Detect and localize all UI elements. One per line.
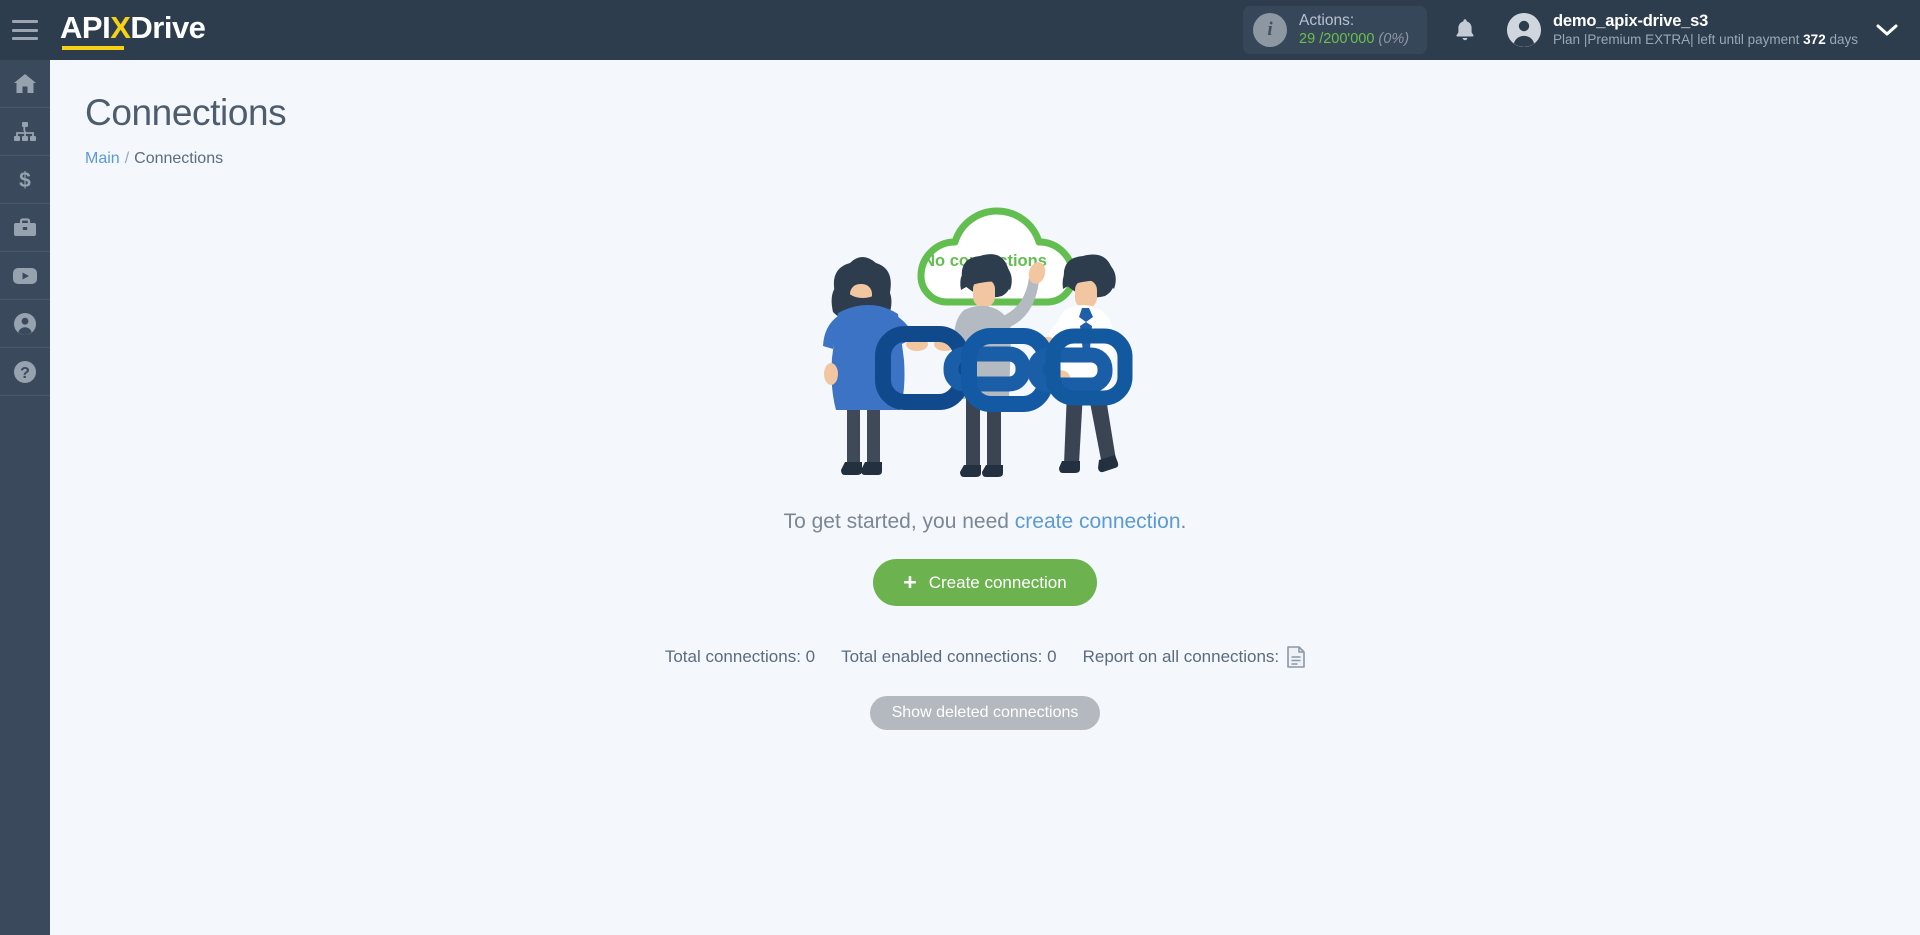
- help-icon: ?: [13, 360, 37, 384]
- user-plan-prefix: Plan |Premium EXTRA| left until payment: [1553, 31, 1800, 47]
- total-enabled-connections: Total enabled connections: 0: [841, 647, 1057, 666]
- user-avatar-icon: [1507, 13, 1542, 47]
- sidebar: $ ?: [0, 60, 50, 935]
- empty-state: No connections: [50, 184, 1920, 730]
- logo-text-x: X: [110, 10, 131, 45]
- user-plan: Plan |Premium EXTRA| left until payment …: [1553, 32, 1858, 49]
- create-connection-button[interactable]: + Create connection: [873, 559, 1097, 606]
- actions-percent: (0%): [1378, 30, 1410, 47]
- sitemap-icon: [13, 121, 37, 143]
- hint-suffix: .: [1180, 510, 1187, 533]
- home-icon: [13, 73, 37, 95]
- user-plan-suffix: days: [1829, 31, 1858, 47]
- sidebar-item-business[interactable]: [0, 204, 50, 252]
- connections-stats: Total connections: 0 Total enabled conne…: [665, 646, 1305, 668]
- create-connection-button-label: Create connection: [928, 572, 1067, 592]
- user-menu[interactable]: demo_apix-drive_s3 Plan |Premium EXTRA| …: [1507, 11, 1858, 49]
- top-bar-right: i Actions: 29 /200'000 (0%) demo_apix-dr…: [1243, 0, 1920, 60]
- show-deleted-connections-button[interactable]: Show deleted connections: [869, 696, 1101, 730]
- total-connections: Total connections: 0: [664, 647, 816, 666]
- breadcrumb: Main / Connections: [85, 150, 1920, 168]
- chevron-down-icon[interactable]: [1876, 23, 1898, 37]
- dollar-icon: $: [13, 168, 37, 192]
- user-name: demo_apix-drive_s3: [1553, 12, 1709, 31]
- empty-state-hint: To get started, you need create connecti…: [784, 510, 1187, 534]
- breadcrumb-link-main[interactable]: Main: [85, 150, 120, 167]
- bell-icon[interactable]: [1453, 17, 1477, 43]
- logo-underline: [62, 46, 124, 50]
- hint-prefix: To get started, you need: [783, 510, 1015, 533]
- account-icon: [13, 312, 37, 336]
- actions-quota-box[interactable]: i Actions: 29 /200'000 (0%): [1243, 6, 1428, 54]
- report-label: Report on all connections:: [1082, 647, 1280, 666]
- logo-text-drive: Drive: [130, 10, 206, 45]
- actions-count: 29 /200'000 (0%): [1299, 31, 1409, 49]
- sidebar-item-video[interactable]: [0, 252, 50, 300]
- briefcase-icon: [13, 217, 37, 239]
- document-icon[interactable]: [1287, 646, 1305, 668]
- logo-text-api: API: [60, 10, 111, 45]
- plus-icon: +: [903, 569, 917, 595]
- report-on-all-connections: Report on all connections:: [1083, 646, 1306, 668]
- sidebar-item-home[interactable]: [0, 60, 50, 108]
- svg-text:?: ?: [20, 365, 30, 382]
- create-connection-link[interactable]: create connection: [1015, 510, 1181, 533]
- no-connections-illustration: No connections: [823, 207, 1133, 477]
- actions-label: Actions:: [1299, 11, 1355, 29]
- breadcrumb-separator: /: [124, 150, 130, 167]
- user-text: demo_apix-drive_s3 Plan |Premium EXTRA| …: [1553, 11, 1858, 49]
- youtube-icon: [12, 266, 38, 286]
- actions-total: 200'000: [1323, 30, 1375, 47]
- top-bar: APIXDrive i Actions: 29 /200'000 (0%) de…: [0, 0, 1920, 60]
- actions-quota-text: Actions: 29 /200'000 (0%): [1299, 12, 1409, 49]
- svg-text:$: $: [19, 169, 31, 192]
- sidebar-item-billing[interactable]: $: [0, 156, 50, 204]
- breadcrumb-current: Connections: [134, 150, 224, 167]
- sidebar-item-help[interactable]: ?: [0, 348, 50, 396]
- apixdrive-logo[interactable]: APIXDrive: [60, 10, 206, 50]
- sidebar-item-account[interactable]: [0, 300, 50, 348]
- info-icon: i: [1253, 13, 1288, 47]
- user-plan-days: 372: [1803, 31, 1826, 47]
- page-title: Connections: [85, 92, 287, 133]
- sidebar-item-connections[interactable]: [0, 108, 50, 156]
- hamburger-icon[interactable]: [12, 20, 38, 40]
- actions-used: 29: [1299, 30, 1316, 47]
- main-content: Connections Main/Connections No connecti…: [50, 60, 1920, 935]
